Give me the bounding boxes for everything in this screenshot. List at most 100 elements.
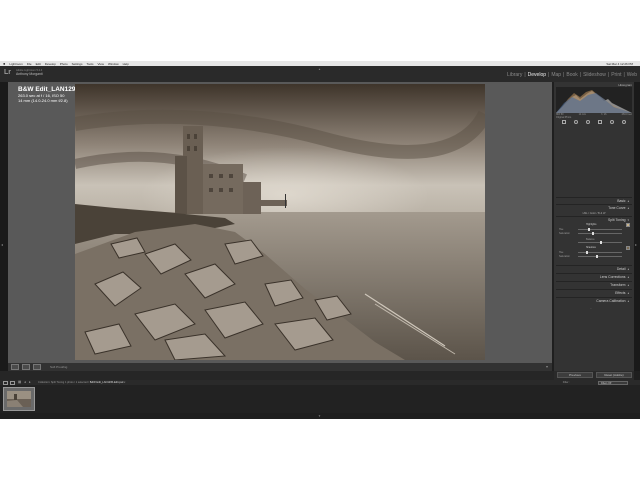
thumbnail-photo <box>7 391 31 407</box>
sepia-landscape-photo <box>75 84 485 360</box>
soft-proofing-label: Soft Proofing <box>50 365 68 369</box>
expand-left-icon[interactable]: ◂ <box>1 242 3 247</box>
histogram[interactable] <box>556 87 632 113</box>
clock[interactable]: Sat Mar 4 12:26 PM <box>606 62 633 66</box>
right-panel-edge[interactable]: ▸ <box>634 82 640 371</box>
collapse-bottom-icon[interactable]: ▼ <box>318 414 321 418</box>
expand-triangle-icon: ▾ <box>627 218 629 222</box>
menu-edit[interactable]: Edit <box>36 62 41 66</box>
identity-plate: Adobe Lightroom 5.2.4 Anthony Morganti <box>16 69 43 76</box>
source-dropdown-icon: ▾ <box>124 381 126 384</box>
panel-lens-corrections[interactable]: Lens Corrections ◂ <box>556 273 632 280</box>
graduated-filter-icon[interactable] <box>598 120 602 124</box>
spot-removal-icon[interactable] <box>574 120 578 124</box>
collapse-triangle-icon: ◂ <box>627 275 629 279</box>
readout-focal: 14 mm <box>578 113 586 116</box>
lightroom-window: ● Lightroom File Edit Develop Photo Sett… <box>0 61 640 419</box>
collapse-triangle-icon: ◂ <box>627 299 629 303</box>
shadows-saturation-slider[interactable] <box>578 255 622 258</box>
develop-toolbar: Soft Proofing ▾ <box>8 363 552 371</box>
panel-effects-label: Effects <box>615 291 626 295</box>
filmstrip-source[interactable]: Collection: Split Toning 1 photo / 1 sel… <box>38 381 125 384</box>
main-window-icon[interactable] <box>3 380 8 385</box>
selection-count: 1 photo / 1 selected / <box>64 381 90 384</box>
collection-name: Collection: Split Toning <box>38 381 65 384</box>
panel-end-mark-icon: ~ <box>590 306 592 310</box>
left-panel-collapsed[interactable]: ◂ <box>0 82 8 380</box>
slider-knob[interactable] <box>588 228 590 231</box>
balance-label: Balance <box>586 238 595 241</box>
highlights-swatch[interactable] <box>626 223 630 227</box>
hsl-tabs[interactable]: HSL / Color / B & W <box>556 212 632 215</box>
shadows-swatch[interactable] <box>626 246 630 250</box>
slider-knob[interactable] <box>592 232 594 235</box>
collapse-top-icon[interactable]: ▲ <box>318 67 321 71</box>
red-eye-icon[interactable] <box>586 120 590 124</box>
menu-file[interactable]: File <box>27 62 32 66</box>
soft-proofing-checkbox[interactable]: Soft Proofing <box>50 365 67 369</box>
grid-icon[interactable]: ▦ <box>18 380 21 384</box>
main-photo[interactable] <box>75 84 485 360</box>
collapse-triangle-icon: ◂ <box>627 283 629 287</box>
collapse-right-icon[interactable]: ▸ <box>635 242 637 247</box>
module-book[interactable]: Book <box>566 72 577 78</box>
slider-knob[interactable] <box>600 241 602 244</box>
menu-view[interactable]: View <box>98 62 104 66</box>
filter-select[interactable]: Filters Off <box>598 380 628 385</box>
module-print[interactable]: Print <box>611 72 621 78</box>
shadows-saturation-label: Saturation <box>559 255 570 258</box>
menu-tools[interactable]: Tools <box>86 62 93 66</box>
forward-arrow-icon[interactable]: ▸ <box>29 380 31 384</box>
menu-photo[interactable]: Photo <box>60 62 68 66</box>
menu-help[interactable]: Help <box>123 62 129 66</box>
before-after-split-button[interactable] <box>33 364 41 370</box>
panel-transform[interactable]: Transform ◂ <box>556 281 632 288</box>
panel-basic[interactable]: Basic ◂ <box>556 197 632 204</box>
highlights-saturation-slider[interactable] <box>578 232 622 235</box>
loupe-view-button[interactable] <box>11 364 19 370</box>
menu-app[interactable]: Lightroom <box>9 62 22 66</box>
menu-window[interactable]: Window <box>108 62 119 66</box>
adjustment-brush-icon[interactable] <box>622 120 626 124</box>
panel-effects[interactable]: Effects ◂ <box>556 289 632 296</box>
shadows-hue-label: Hue <box>559 251 564 254</box>
filmstrip-thumbnail[interactable] <box>3 387 35 411</box>
second-window-icon[interactable] <box>10 380 15 385</box>
balance-slider[interactable] <box>578 241 622 244</box>
panel-split-toning-label: Split Toning <box>608 218 626 222</box>
before-after-button[interactable] <box>22 364 30 370</box>
back-arrow-icon[interactable]: ◂ <box>24 380 26 384</box>
module-library[interactable]: Library <box>507 72 522 78</box>
panel-detail-label: Detail <box>616 267 626 271</box>
highlights-hue-slider[interactable] <box>578 228 622 231</box>
user-name: Anthony Morganti <box>16 71 43 76</box>
toolbar-spacer <box>0 371 554 380</box>
module-map[interactable]: Map <box>551 72 561 78</box>
module-develop[interactable]: Develop <box>528 72 546 78</box>
reset-button[interactable]: Reset (Adobe) <box>596 372 632 378</box>
filter-label: Filter : <box>562 381 570 384</box>
panel-split-toning[interactable]: Split Toning ▾ <box>556 216 632 223</box>
module-web[interactable]: Web <box>627 72 637 78</box>
collapse-triangle-icon: ◂ <box>627 267 629 271</box>
module-separator: | <box>563 72 565 78</box>
menu-settings[interactable]: Settings <box>72 62 83 66</box>
toolbar-menu-icon[interactable]: ▾ <box>546 364 548 369</box>
lightroom-logo: Lr <box>4 69 11 76</box>
shadows-hue-slider[interactable] <box>578 251 622 254</box>
slider-knob[interactable] <box>596 255 598 258</box>
filmstrip <box>0 385 640 413</box>
panel-tone-curve[interactable]: Tone Curve ◂ <box>556 204 632 211</box>
panel-lens-corrections-label: Lens Corrections <box>599 275 626 279</box>
panel-detail[interactable]: Detail ◂ <box>556 265 632 272</box>
module-separator: | <box>607 72 610 78</box>
collapse-triangle-icon: ◂ <box>627 199 629 203</box>
radial-filter-icon[interactable] <box>610 120 614 124</box>
module-slideshow[interactable]: Slideshow <box>583 72 606 78</box>
thumbnail-image <box>7 391 31 407</box>
panel-camera-calibration[interactable]: Camera Calibration ◂ <box>556 297 632 304</box>
slider-knob[interactable] <box>586 251 588 254</box>
previous-button[interactable]: Previous <box>557 372 593 378</box>
crop-tool-icon[interactable] <box>562 120 566 124</box>
menu-develop[interactable]: Develop <box>45 62 56 66</box>
